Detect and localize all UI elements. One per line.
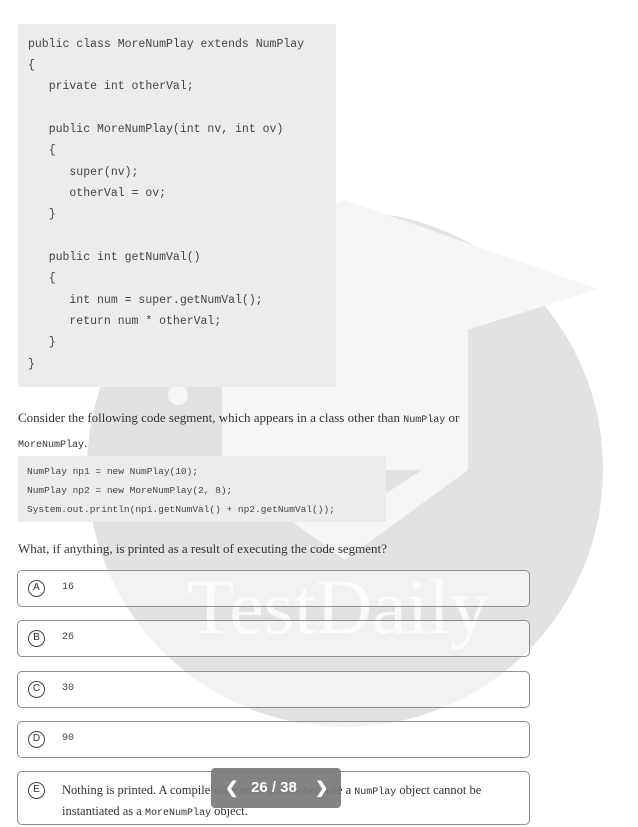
code-line: {: [28, 144, 56, 157]
choice-e-code1: NumPlay: [354, 787, 397, 798]
class-code-block: public class MoreNumPlay extends NumPlay…: [18, 24, 336, 387]
choice-text-b: 26: [62, 632, 75, 643]
choice-letter-b: B: [28, 630, 45, 647]
question-or: or: [445, 410, 460, 425]
code-line: NumPlay np2 = new MoreNumPlay(2, 8);: [27, 485, 233, 496]
code-line: NumPlay np1 = new NumPlay(10);: [27, 466, 199, 477]
choice-a[interactable]: A 16: [17, 570, 530, 607]
choice-b[interactable]: B 26: [17, 620, 530, 657]
choice-letter-e: E: [28, 782, 45, 799]
choice-letter-d: D: [28, 731, 45, 748]
choice-text-c: 30: [62, 683, 75, 694]
code-line: }: [28, 358, 35, 371]
choice-letter-c: C: [28, 681, 45, 698]
choice-c[interactable]: C 30: [17, 671, 530, 708]
class-name-morenumplay: MoreNumPlay: [18, 440, 85, 451]
chevron-left-icon[interactable]: ❮: [225, 778, 238, 798]
code-line: otherVal = ov;: [28, 187, 167, 200]
choice-text-d: 90: [62, 733, 75, 744]
page-counter: 26 / 38: [251, 779, 297, 796]
choice-e-code2: MoreNumPlay: [144, 808, 211, 819]
code-line: int num = super.getNumVal();: [28, 294, 263, 307]
code-line: {: [28, 59, 35, 72]
choice-letter-a: A: [28, 580, 45, 597]
choice-d[interactable]: D 90: [17, 721, 530, 758]
chevron-right-icon[interactable]: ❯: [315, 778, 328, 798]
code-line: public class MoreNumPlay extends NumPlay: [28, 38, 305, 51]
code-line: private int otherVal;: [28, 80, 194, 93]
question-prompt: What, if anything, is printed as a resul…: [18, 541, 387, 556]
code-line: return num * otherVal;: [28, 315, 222, 328]
choice-text-a: 16: [62, 582, 75, 593]
question-intro: Consider the following code segment, whi…: [18, 410, 404, 425]
question-text: Consider the following code segment, whi…: [18, 407, 538, 457]
code-line: super(nv);: [28, 166, 139, 179]
page-navigator: ❮ 26 / 38 ❯: [211, 768, 341, 808]
code-line: }: [28, 208, 56, 221]
code-line: System.out.println(np1.getNumVal() + np2…: [27, 504, 335, 515]
code-line: }: [28, 336, 56, 349]
class-name-numplay: NumPlay: [403, 415, 446, 426]
code-line: public int getNumVal(): [28, 251, 201, 264]
code-line: public MoreNumPlay(int nv, int ov): [28, 123, 284, 136]
question-period: .: [84, 435, 88, 450]
code-line: {: [28, 272, 56, 285]
segment-code-block: NumPlay np1 = new NumPlay(10); NumPlay n…: [18, 456, 386, 522]
